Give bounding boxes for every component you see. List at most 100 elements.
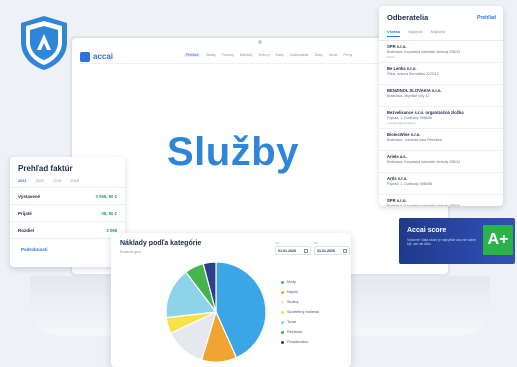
suppliers-tabs: Všetko Najlepší Najhorší — [379, 24, 503, 41]
invoice-row-label: Prijaté — [18, 210, 32, 216]
supplier-meta: 1 neuhradená faktúra — [387, 121, 416, 125]
nav-item[interactable]: Firmy — [343, 53, 352, 57]
supplier-name: Bezvelisance s.r.o. organizačná zložka — [387, 110, 464, 115]
year-tabs: 2021 2020 2019 2018 — [10, 177, 125, 188]
supplier-name: BENZINOL SLOVAKIA s.r.o. — [387, 88, 442, 93]
legend-item: Tovar — [281, 317, 319, 327]
invoice-row-value: 3 068, 50 € — [95, 193, 117, 199]
score-grade: A+ — [487, 231, 509, 248]
legend-item: Nájom — [281, 287, 319, 297]
app-logo-icon — [80, 51, 90, 62]
tab-year-2021[interactable]: 2021 — [18, 179, 26, 183]
suppliers-list: SPR s.r.o. Bratislava, Karpatská námestie… — [379, 41, 503, 206]
date-from-field[interactable]: 01.01.2020 — [275, 246, 311, 255]
tab-best[interactable]: Najlepší — [408, 29, 422, 37]
supplier-name: BionicWise s.r.o. — [387, 132, 421, 137]
legend-label: Nájom — [287, 290, 298, 294]
calendar-icon — [343, 248, 347, 253]
invoice-row-label: Vystavené — [18, 193, 41, 199]
supplier-name: Be Lenka s.r.o. — [387, 66, 417, 71]
nav-item[interactable]: Prehľad — [184, 53, 201, 57]
tab-year-2018[interactable]: 2018 — [70, 179, 78, 183]
invoice-row-issued: Vystavené 3 068, 50 € — [10, 188, 125, 205]
legend-label: Poradenstvo — [287, 340, 309, 344]
suppliers-overview-link[interactable]: Prehľad — [477, 15, 496, 21]
date-from: Od 01.01.2020 — [275, 241, 311, 255]
supplier-meta: Firma — [387, 55, 395, 59]
costs-subtitle: Evidenci gem — [120, 250, 142, 254]
page-title: Služby — [167, 130, 299, 174]
legend-label: Mzdy — [287, 280, 297, 284]
date-from-value: 01.01.2020 — [278, 248, 296, 253]
nav-item[interactable]: Náklady — [240, 53, 253, 57]
invoice-row-received: Prijaté 08, 90 € — [10, 205, 125, 222]
supplier-address: Žilina, Antona Bernoláka 2220/12 — [387, 72, 439, 76]
date-to-field[interactable]: 31.01.2020 — [314, 246, 350, 255]
supplier-address: Bratislava, Mlynské nivy 41 — [387, 94, 430, 98]
legend-dot — [281, 320, 284, 324]
supplier-item[interactable]: Be Lenka s.r.o. Žilina, Antona Bernoláka … — [379, 63, 503, 85]
tab-year-2020[interactable]: 2020 — [35, 179, 43, 183]
score-description: Výborne! Vaša skóre je najvyššie ako nie… — [407, 238, 476, 247]
score-title: Accai score — [407, 227, 447, 234]
supplier-item[interactable]: SPR s.r.o. Bratislava, Karpatská námestie… — [379, 195, 503, 206]
nav-item[interactable]: Zmluvy — [258, 53, 269, 57]
legend-item: Služby — [281, 297, 319, 307]
invoice-row-value: 08, 90 € — [101, 210, 117, 216]
nav-item[interactable]: Banky — [206, 53, 216, 57]
accai-score-card: Accai score Výborne! Vaša skóre je najvy… — [399, 218, 515, 264]
supplier-item[interactable]: BionicWise s.r.o. Bratislava - mestská ča… — [379, 129, 503, 151]
laptop-camera — [258, 40, 262, 44]
tab-all[interactable]: Všetko — [387, 29, 401, 37]
date-from-label: Od — [275, 241, 280, 245]
legend-item: Reklama — [281, 327, 319, 337]
legend-dot — [281, 300, 284, 304]
calendar-icon — [304, 248, 308, 253]
legend-dot — [281, 280, 284, 284]
supplier-item[interactable]: Bezvelisance s.r.o. organizačná zložka Po… — [379, 107, 503, 129]
costs-panel: Náklady podľa kategórie Evidenci gem Od … — [111, 233, 351, 367]
legend-label: Spotrebný materiál — [287, 310, 319, 314]
shield-logo-icon — [21, 16, 67, 70]
supplier-name: Ariela a.s. — [387, 154, 407, 159]
supplier-item[interactable]: BENZINOL SLOVAKIA s.r.o. Bratislava, Mlyn… — [379, 85, 503, 107]
costs-pie-chart — [165, 261, 267, 363]
legend-dot — [281, 340, 284, 344]
suppliers-title: Odberatelia — [387, 13, 429, 22]
supplier-address: Poprad, 1. Dunikady 3566/86 — [387, 182, 433, 186]
invoices-details-link[interactable]: Podrobnosti — [10, 239, 125, 252]
date-to-label: Do — [314, 241, 318, 245]
legend-label: Tovar — [287, 320, 297, 324]
legend-dot — [281, 290, 284, 294]
date-to: Do 31.01.2020 — [314, 241, 350, 255]
nav-item[interactable]: Akcie — [329, 53, 338, 57]
nav-item[interactable]: Faktúry — [222, 53, 234, 57]
nav-item[interactable]: Karty — [276, 53, 284, 57]
supplier-address: Bratislava, Karpatská námestie slobody 2… — [387, 204, 460, 206]
invoices-panel: Prehľad faktúr 2021 2020 2019 2018 Vysta… — [10, 157, 125, 267]
supplier-name: SPR s.r.o. — [387, 198, 407, 203]
supplier-item[interactable]: Artis s.r.o. Poprad, 1. Dunikady 3566/86 — [379, 173, 503, 195]
tab-year-2019[interactable]: 2019 — [53, 179, 61, 183]
supplier-address: Bratislava - mestská časť Petržalka — [387, 138, 442, 142]
costs-title: Náklady podľa kategórie — [120, 240, 202, 247]
app-nav: Prehľad Banky Faktúry Náklady Zmluvy Karty Dod… — [184, 53, 352, 57]
supplier-address: Poprad, 1. Dunikady 3566/86 — [387, 116, 433, 120]
legend-item: Poradenstvo — [281, 337, 319, 347]
supplier-name: SPR s.r.o. — [387, 44, 407, 49]
tab-worst[interactable]: Najhorší — [431, 29, 446, 37]
app-logo: accai — [93, 52, 114, 61]
invoice-row-value: 3 068 — [106, 227, 117, 233]
invoice-row-label: Rozdiel — [18, 227, 35, 233]
supplier-item[interactable]: Ariela a.s. Bratislava, Karpatská námesti… — [379, 151, 503, 173]
supplier-address: Bratislava, Karpatská námestie slobody 2… — [387, 50, 460, 54]
nav-item[interactable]: Dodávatelia — [290, 53, 308, 57]
invoices-title: Prehľad faktúr — [18, 164, 73, 173]
supplier-name: Artis s.r.o. — [387, 176, 408, 181]
legend-label: Služby — [287, 300, 299, 304]
suppliers-panel: Odberatelia Prehľad Všetko Najlepší Najh… — [379, 6, 503, 206]
nav-item[interactable]: Zľavy — [314, 53, 323, 57]
legend-item: Mzdy — [281, 277, 319, 287]
supplier-item[interactable]: SPR s.r.o. Bratislava, Karpatská námestie… — [379, 41, 503, 63]
legend-dot — [281, 330, 284, 334]
